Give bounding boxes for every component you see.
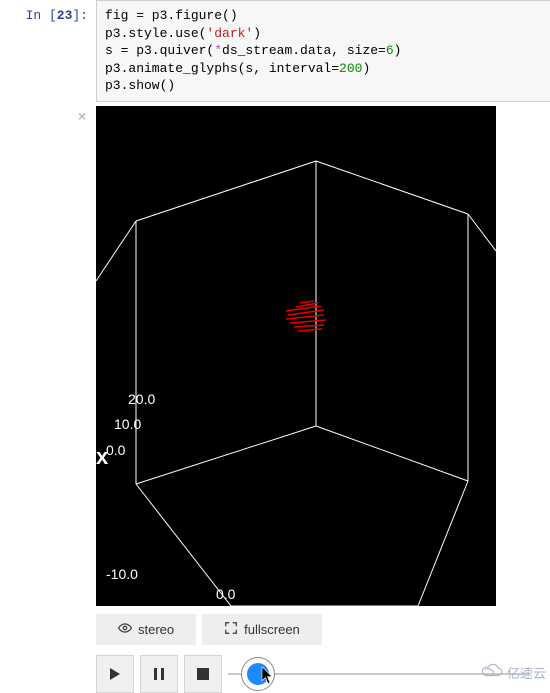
slider-thumb[interactable]	[241, 657, 275, 691]
watermark-text: 亿速云	[507, 663, 546, 682]
output-area: ×	[0, 102, 550, 693]
code-editor[interactable]: fig = p3.figure()p3.style.use('dark')s =…	[96, 0, 550, 102]
stop-icon	[197, 668, 209, 680]
close-icon[interactable]: ×	[78, 108, 86, 124]
eye-icon	[118, 621, 132, 638]
slider-thumb-inner	[247, 663, 269, 685]
fullscreen-button[interactable]: fullscreen	[202, 614, 322, 645]
prompt-number: 23	[57, 8, 73, 23]
watermark: 亿速云	[480, 663, 546, 682]
play-icon	[109, 668, 121, 680]
axis-tick: -10.0	[106, 566, 138, 582]
axis-tick: 20.0	[128, 391, 155, 407]
axis-tick: 0.0	[216, 586, 235, 602]
view-buttons: stereo fullscreen	[96, 614, 550, 645]
pause-icon	[153, 668, 165, 680]
fullscreen-label: fullscreen	[244, 622, 300, 637]
expand-icon	[224, 621, 238, 638]
axis-tick: 0.0	[106, 442, 125, 458]
prompt-close: ]:	[72, 8, 88, 23]
pause-button[interactable]	[140, 655, 178, 693]
3d-plot-canvas[interactable]: 20.0 10.0 0.0 x -10.0 0.0	[96, 106, 496, 606]
stop-button[interactable]	[184, 655, 222, 693]
media-controls	[96, 655, 526, 693]
stereo-button[interactable]: stereo	[96, 614, 196, 645]
x-axis-label: x	[96, 444, 108, 470]
prompt-in: In [	[26, 8, 57, 23]
code-cell: In [23]: fig = p3.figure()p3.style.use('…	[0, 0, 550, 102]
play-button[interactable]	[96, 655, 134, 693]
stereo-label: stereo	[138, 622, 174, 637]
cloud-icon	[480, 663, 504, 682]
input-prompt: In [23]:	[0, 0, 96, 23]
axis-tick: 10.0	[114, 416, 141, 432]
